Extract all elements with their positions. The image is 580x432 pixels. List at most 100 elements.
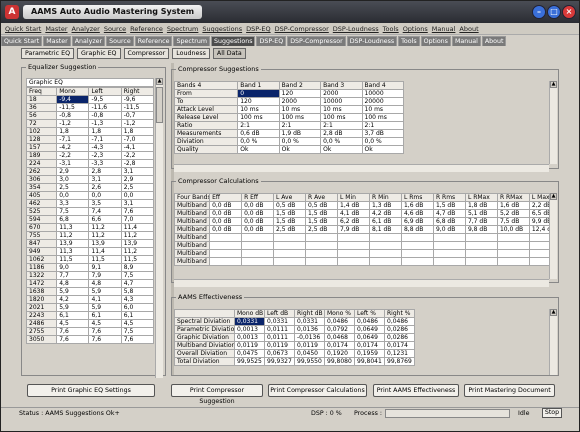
tab-item[interactable]: About [481, 36, 507, 46]
menu-item[interactable]: DSP-Compressor [275, 23, 329, 35]
table-cell[interactable]: 2,5 dB [305, 225, 339, 234]
column-header[interactable]: Band 4 [361, 81, 405, 90]
table-cell[interactable]: 0,0286 [384, 333, 415, 342]
table-cell[interactable] [432, 233, 466, 242]
column-header[interactable]: R Rms [432, 193, 466, 202]
table-row[interactable]: 949 11,3 11,4 11,2 [26, 247, 154, 256]
table-row[interactable]: 189 -2,2 -2,3 -2,2 [26, 151, 154, 160]
table-cell[interactable]: 0,1920 [324, 349, 355, 358]
table-cell[interactable]: 4,7 dB [432, 209, 466, 218]
table-cell[interactable]: 0,0 % [237, 137, 280, 146]
table-cell[interactable]: 7,7 dB [464, 217, 498, 226]
table-cell[interactable]: 2,8 [88, 167, 122, 176]
column-header[interactable]: Right % [384, 309, 415, 318]
table-cell[interactable]: 11,5 [56, 255, 90, 264]
print-eq-button[interactable]: Print Graphic EQ Settings [27, 384, 155, 397]
table-cell[interactable] [369, 233, 402, 242]
table-cell[interactable]: 0,0174 [354, 341, 385, 350]
table-cell[interactable]: Ok [320, 145, 363, 154]
table-cell[interactable]: -0,8 [88, 111, 122, 120]
table-cell[interactable]: 1,5 dB [305, 209, 339, 218]
table-cell[interactable]: 3,1 [120, 199, 154, 208]
table-cell[interactable] [337, 257, 370, 266]
table-cell[interactable]: 2,9 [56, 167, 90, 176]
table-cell[interactable]: 4,5 [56, 319, 90, 328]
tab-item[interactable]: Quick Start [1, 36, 43, 46]
table-cell[interactable]: -3,3 [88, 159, 122, 168]
eq-vertical-scrollbar[interactable]: ▲ [155, 78, 163, 378]
table-cell[interactable] [464, 249, 498, 258]
table-row[interactable]: Overall Diviation 0,0475 0,0673 0,0450 0,192… [174, 349, 415, 358]
row-label[interactable]: 1472 [26, 279, 58, 288]
column-header[interactable]: Right dB [294, 309, 325, 318]
row-label[interactable]: Release Level [174, 113, 239, 122]
row-label[interactable]: 128 [26, 135, 58, 144]
table-row[interactable]: Attack Level 10 ms 10 ms 10 ms 10 ms [174, 105, 405, 114]
row-label[interactable]: From [174, 89, 239, 98]
table-cell[interactable]: 0,0136 [294, 325, 325, 334]
table-row[interactable]: 2755 7,6 7,6 7,5 [26, 327, 154, 336]
table-cell[interactable]: -9,6 [120, 95, 154, 104]
row-label[interactable]: Multiband 1 [174, 201, 211, 210]
table-cell[interactable]: 10 ms [278, 105, 322, 114]
table-cell[interactable]: -4,3 [88, 143, 122, 152]
table-cell[interactable]: 2,9 [120, 175, 154, 184]
table-cell[interactable]: 0,0 dB [241, 209, 275, 218]
row-label[interactable]: Multiband 3 [174, 217, 211, 226]
row-label[interactable]: Diviation [174, 137, 239, 146]
table-cell[interactable]: 0,0475 [234, 349, 265, 358]
scroll-up-icon[interactable]: ▲ [550, 309, 557, 316]
table-row[interactable]: 224 -3,1 -3,3 -2,8 [26, 159, 154, 168]
table-cell[interactable]: -2,2 [56, 151, 90, 160]
menu-item[interactable]: Quick Start [5, 23, 41, 35]
table-row[interactable]: Quality Ok Ok Ok Ok [174, 145, 405, 154]
table-cell[interactable]: -3,1 [56, 159, 90, 168]
menu-item[interactable]: Options [403, 23, 428, 35]
column-header[interactable]: Mono dB [234, 309, 265, 318]
table-cell[interactable]: 0,0649 [354, 333, 385, 342]
table-cell[interactable]: 0,0450 [294, 349, 325, 358]
table-cell[interactable] [400, 249, 434, 258]
table-row[interactable]: 1322 7,7 7,9 7,5 [26, 271, 154, 280]
effectiveness-vertical-scrollbar[interactable]: ▲ [549, 309, 557, 375]
table-row[interactable]: 670 11,3 11,2 11,4 [26, 223, 154, 232]
table-cell[interactable] [400, 257, 434, 266]
table-cell[interactable] [496, 249, 530, 258]
table-cell[interactable]: 10,0 dB [496, 225, 530, 234]
table-cell[interactable] [241, 249, 275, 258]
scroll-up-icon[interactable]: ▲ [550, 81, 557, 88]
table-cell[interactable]: 0,0331 [234, 317, 265, 326]
menu-item[interactable]: Manual [432, 23, 456, 35]
table-cell[interactable]: -7,1 [56, 135, 90, 144]
table-cell[interactable]: 0,0 [56, 191, 90, 200]
table-cell[interactable]: 0,0 dB [209, 217, 243, 226]
row-label[interactable]: 2021 [26, 303, 58, 312]
table-cell[interactable]: -0,0136 [294, 333, 325, 342]
table-cell[interactable]: 11,2 [56, 231, 90, 240]
table-row[interactable]: 36 -11,5 -11,6 -11,5 [26, 103, 154, 112]
row-label[interactable]: 2755 [26, 327, 58, 336]
table-cell[interactable] [337, 241, 370, 250]
column-header[interactable]: Eff [209, 193, 243, 202]
tab-item[interactable]: DSP-Compressor [287, 36, 346, 46]
table-cell[interactable] [337, 249, 370, 258]
maximize-button[interactable]: □ [547, 5, 561, 19]
table-cell[interactable]: 0,0 [88, 191, 122, 200]
table-cell[interactable]: 1,6 dB [400, 201, 434, 210]
menu-item[interactable]: DSP-EQ [246, 23, 270, 35]
table-row[interactable]: 525 7,5 7,4 7,6 [26, 207, 154, 216]
table-cell[interactable]: 0,0649 [354, 325, 385, 334]
table-cell[interactable]: 7,5 [56, 207, 90, 216]
table-row[interactable]: Release Level 100 ms 100 ms 100 ms 100 ms [174, 113, 405, 122]
table-cell[interactable] [432, 257, 466, 266]
table-row[interactable]: 18 -9,4 -9,5 -9,6 [26, 95, 154, 104]
table-cell[interactable]: 2:1 [237, 121, 280, 130]
table-cell[interactable]: 0,0119 [264, 341, 295, 350]
table-cell[interactable]: 99,9550 [294, 357, 325, 366]
table-cell[interactable]: 0,0 [120, 191, 154, 200]
table-cell[interactable]: Ok [237, 145, 280, 154]
table-cell[interactable]: 6,6 [88, 215, 122, 224]
table-cell[interactable]: 7,0 [120, 215, 154, 224]
table-cell[interactable]: Ok [278, 145, 322, 154]
table-cell[interactable] [241, 241, 275, 250]
